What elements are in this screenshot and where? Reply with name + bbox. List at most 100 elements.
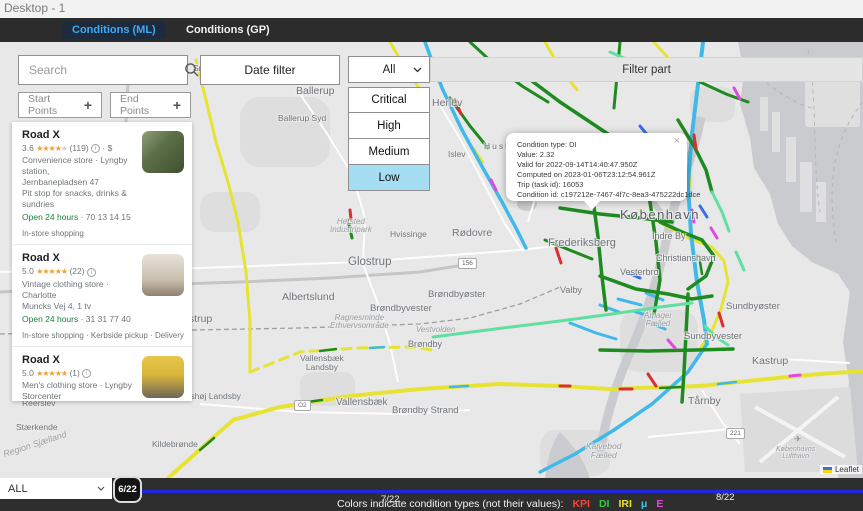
map-label-sundbyvester: Sundbyvester xyxy=(684,332,742,342)
tab-bar: Conditions (ML) Conditions (GP) xyxy=(0,18,863,42)
map-attribution: Leaflet xyxy=(820,465,862,474)
chevron-down-icon xyxy=(97,486,105,491)
map-label-taarnby: Tårnby xyxy=(688,396,721,407)
legend: Colors indicate condition types (not the… xyxy=(337,498,663,510)
star-icons: ★★★★★ xyxy=(36,267,67,276)
close-icon[interactable]: × xyxy=(674,135,680,147)
listing-thumbnail[interactable] xyxy=(142,131,184,173)
star-icons: ★★★★★ xyxy=(36,369,67,378)
road-badge-221: 221 xyxy=(726,428,745,439)
tooltip-trip-id: Trip (task id): 16053 xyxy=(517,180,678,190)
tooltip-tail xyxy=(584,201,600,210)
legend-mu: μ xyxy=(641,498,647,510)
severity-select-value: All xyxy=(383,64,396,76)
severity-option-high[interactable]: High xyxy=(348,113,430,139)
map-label-ragnesminde: Ragnesminde Erhvervsområde xyxy=(330,314,389,331)
map-label-hvissinge: Hvissinge xyxy=(390,230,427,239)
tooltip-condition-id: Condition id: c197212e-7467-4f7c-8ea3-47… xyxy=(517,190,678,200)
map-label-kildebronde: Kildebrønde xyxy=(152,440,198,449)
legend-e: E xyxy=(656,498,663,510)
date-filter-button[interactable]: Date filter xyxy=(200,55,340,85)
timeline-bar: ALL 6/22 7/22 8/22 Colors indicate condi… xyxy=(0,478,863,511)
plus-icon: + xyxy=(84,97,92,113)
map-label-valby: Valby xyxy=(560,286,582,295)
window-titlebar: Desktop - 1 xyxy=(0,0,863,18)
map-label-vestvolden: Vestvolden xyxy=(416,326,455,334)
listing-thumbnail[interactable] xyxy=(142,356,184,398)
severity-select[interactable]: All xyxy=(348,56,430,83)
opening-hours: Open 24 hours · 31 31 77 40 xyxy=(22,313,134,325)
tab-conditions-gp[interactable]: Conditions (GP) xyxy=(176,21,280,39)
map-label-hersted: Hersted Industripark xyxy=(330,218,372,235)
severity-option-critical[interactable]: Critical xyxy=(348,87,430,113)
legend-label: Colors indicate condition types (not the… xyxy=(337,498,563,510)
list-item[interactable]: Road X 5.0 ★★★★★ (22) i Vintage clothing… xyxy=(12,244,192,345)
map-label-vallensbaek-landsby: Vallensbæk Landsby xyxy=(300,354,344,372)
legend-di: DI xyxy=(599,498,610,510)
tooltip-condition-type: Condition type: DI xyxy=(517,140,678,150)
leaflet-link[interactable]: Leaflet xyxy=(835,465,859,474)
map-label-ballerup-syd: Ballerup Syd xyxy=(278,114,326,123)
road-badge-156: 156 xyxy=(458,258,477,269)
map-label-albertslund: Albertslund xyxy=(282,292,335,303)
star-icons: ★★★★ xyxy=(36,144,61,153)
timeline-slider-handle[interactable]: 6/22 xyxy=(113,476,142,503)
tooltip-valid-for: Valid for 2022-09-14T14:40:47.950Z xyxy=(517,160,678,170)
map-label-indre-by: Indre By xyxy=(652,232,686,241)
list-item[interactable]: Road X 3.6 ★★★★★ (119) i · $ Convenience… xyxy=(12,122,192,244)
listing-tags: In-store shopping xyxy=(22,229,184,238)
condition-tooltip: × Condition type: DI Value: 2.32 Valid f… xyxy=(506,133,687,201)
search-icon[interactable] xyxy=(184,62,200,78)
map-label-herlev: Herlev xyxy=(432,98,462,109)
map-label-brondbyoster: Brøndbyøster xyxy=(428,290,486,300)
filter-part-button[interactable]: Filter part xyxy=(430,57,863,82)
map-label-kalvebod-faelled: Kalvebod Fælled xyxy=(586,442,621,460)
plus-icon: + xyxy=(173,97,181,113)
road-badge-o2: O2 xyxy=(294,400,311,411)
legend-kpi: KPI xyxy=(572,498,590,510)
map-label-brondby: Brøndby xyxy=(408,340,442,349)
start-points-button[interactable]: Start Points + xyxy=(18,92,102,118)
list-item[interactable]: Road X 5.0 ★★★★★ (1) i Men's clothing st… xyxy=(12,346,192,402)
listing-tags: In-store shopping · Kerbside pickup · De… xyxy=(22,331,184,340)
tooltip-computed-on: Computed on 2023-01-06T23:12:54.961Z xyxy=(517,170,678,180)
map-label-vesterbro: Vesterbro xyxy=(620,268,659,277)
listing-thumbnail[interactable] xyxy=(142,254,184,296)
info-icon[interactable]: i xyxy=(91,144,100,153)
map-label-kastrup: Kastrup xyxy=(752,356,788,367)
info-icon[interactable]: i xyxy=(87,268,96,277)
severity-dropdown-menu: Critical High Medium Low xyxy=(348,87,430,191)
map-label-rodovre: Rødovre xyxy=(452,228,492,239)
map-label-ballerup: Ballerup xyxy=(296,86,335,97)
severity-option-medium[interactable]: Medium xyxy=(348,139,430,165)
severity-option-low[interactable]: Low xyxy=(348,165,430,191)
tooltip-value: Value: 2.32 xyxy=(517,150,678,160)
map-label-kobenhavn: København xyxy=(620,208,700,222)
map-label-amager-faelled: Amager Fælled xyxy=(644,312,672,329)
map-label-frederiksberg: Frederiksberg xyxy=(548,238,616,250)
map-label-vallensbaek: Vallensbæk xyxy=(336,398,388,409)
map-label-brondby-strand: Brøndby Strand xyxy=(392,406,459,416)
timeline-tick: 8/22 xyxy=(716,492,735,503)
map-label-sundbyoster: Sundbyøster xyxy=(726,302,780,312)
trip-filter-select[interactable]: ALL xyxy=(0,478,112,499)
map-label-lufthavn: Københavns Lufthavn xyxy=(776,446,815,461)
window-title: Desktop - 1 xyxy=(4,1,65,15)
tab-conditions-ml[interactable]: Conditions (ML) xyxy=(62,21,166,39)
map-label-staerkende: Stærkende xyxy=(16,423,58,432)
map-canvas[interactable]: Smørum Ballerup Ballerup Syd Herlev Isle… xyxy=(0,42,863,478)
map-label-glostrup: Glostrup xyxy=(348,256,391,268)
ukraine-flag-icon xyxy=(823,467,832,473)
opening-hours: Open 24 hours · 70 13 14 15 xyxy=(22,211,134,223)
search-box xyxy=(18,55,188,85)
search-input[interactable] xyxy=(19,63,184,77)
timeline-slider-track[interactable] xyxy=(141,490,863,493)
map-label-christianshavn: Christianshavn xyxy=(656,254,716,263)
map-label-islev: Islev xyxy=(448,150,465,159)
end-points-button[interactable]: End Points + xyxy=(110,92,191,118)
legend-iri: IRI xyxy=(618,498,631,510)
map-label-ishoj-landsby: Ishøj Landsby xyxy=(188,392,241,401)
chevron-down-icon xyxy=(413,67,422,73)
search-results-panel: Road X 3.6 ★★★★★ (119) i · $ Convenience… xyxy=(12,122,192,401)
info-icon[interactable]: i xyxy=(82,369,91,378)
